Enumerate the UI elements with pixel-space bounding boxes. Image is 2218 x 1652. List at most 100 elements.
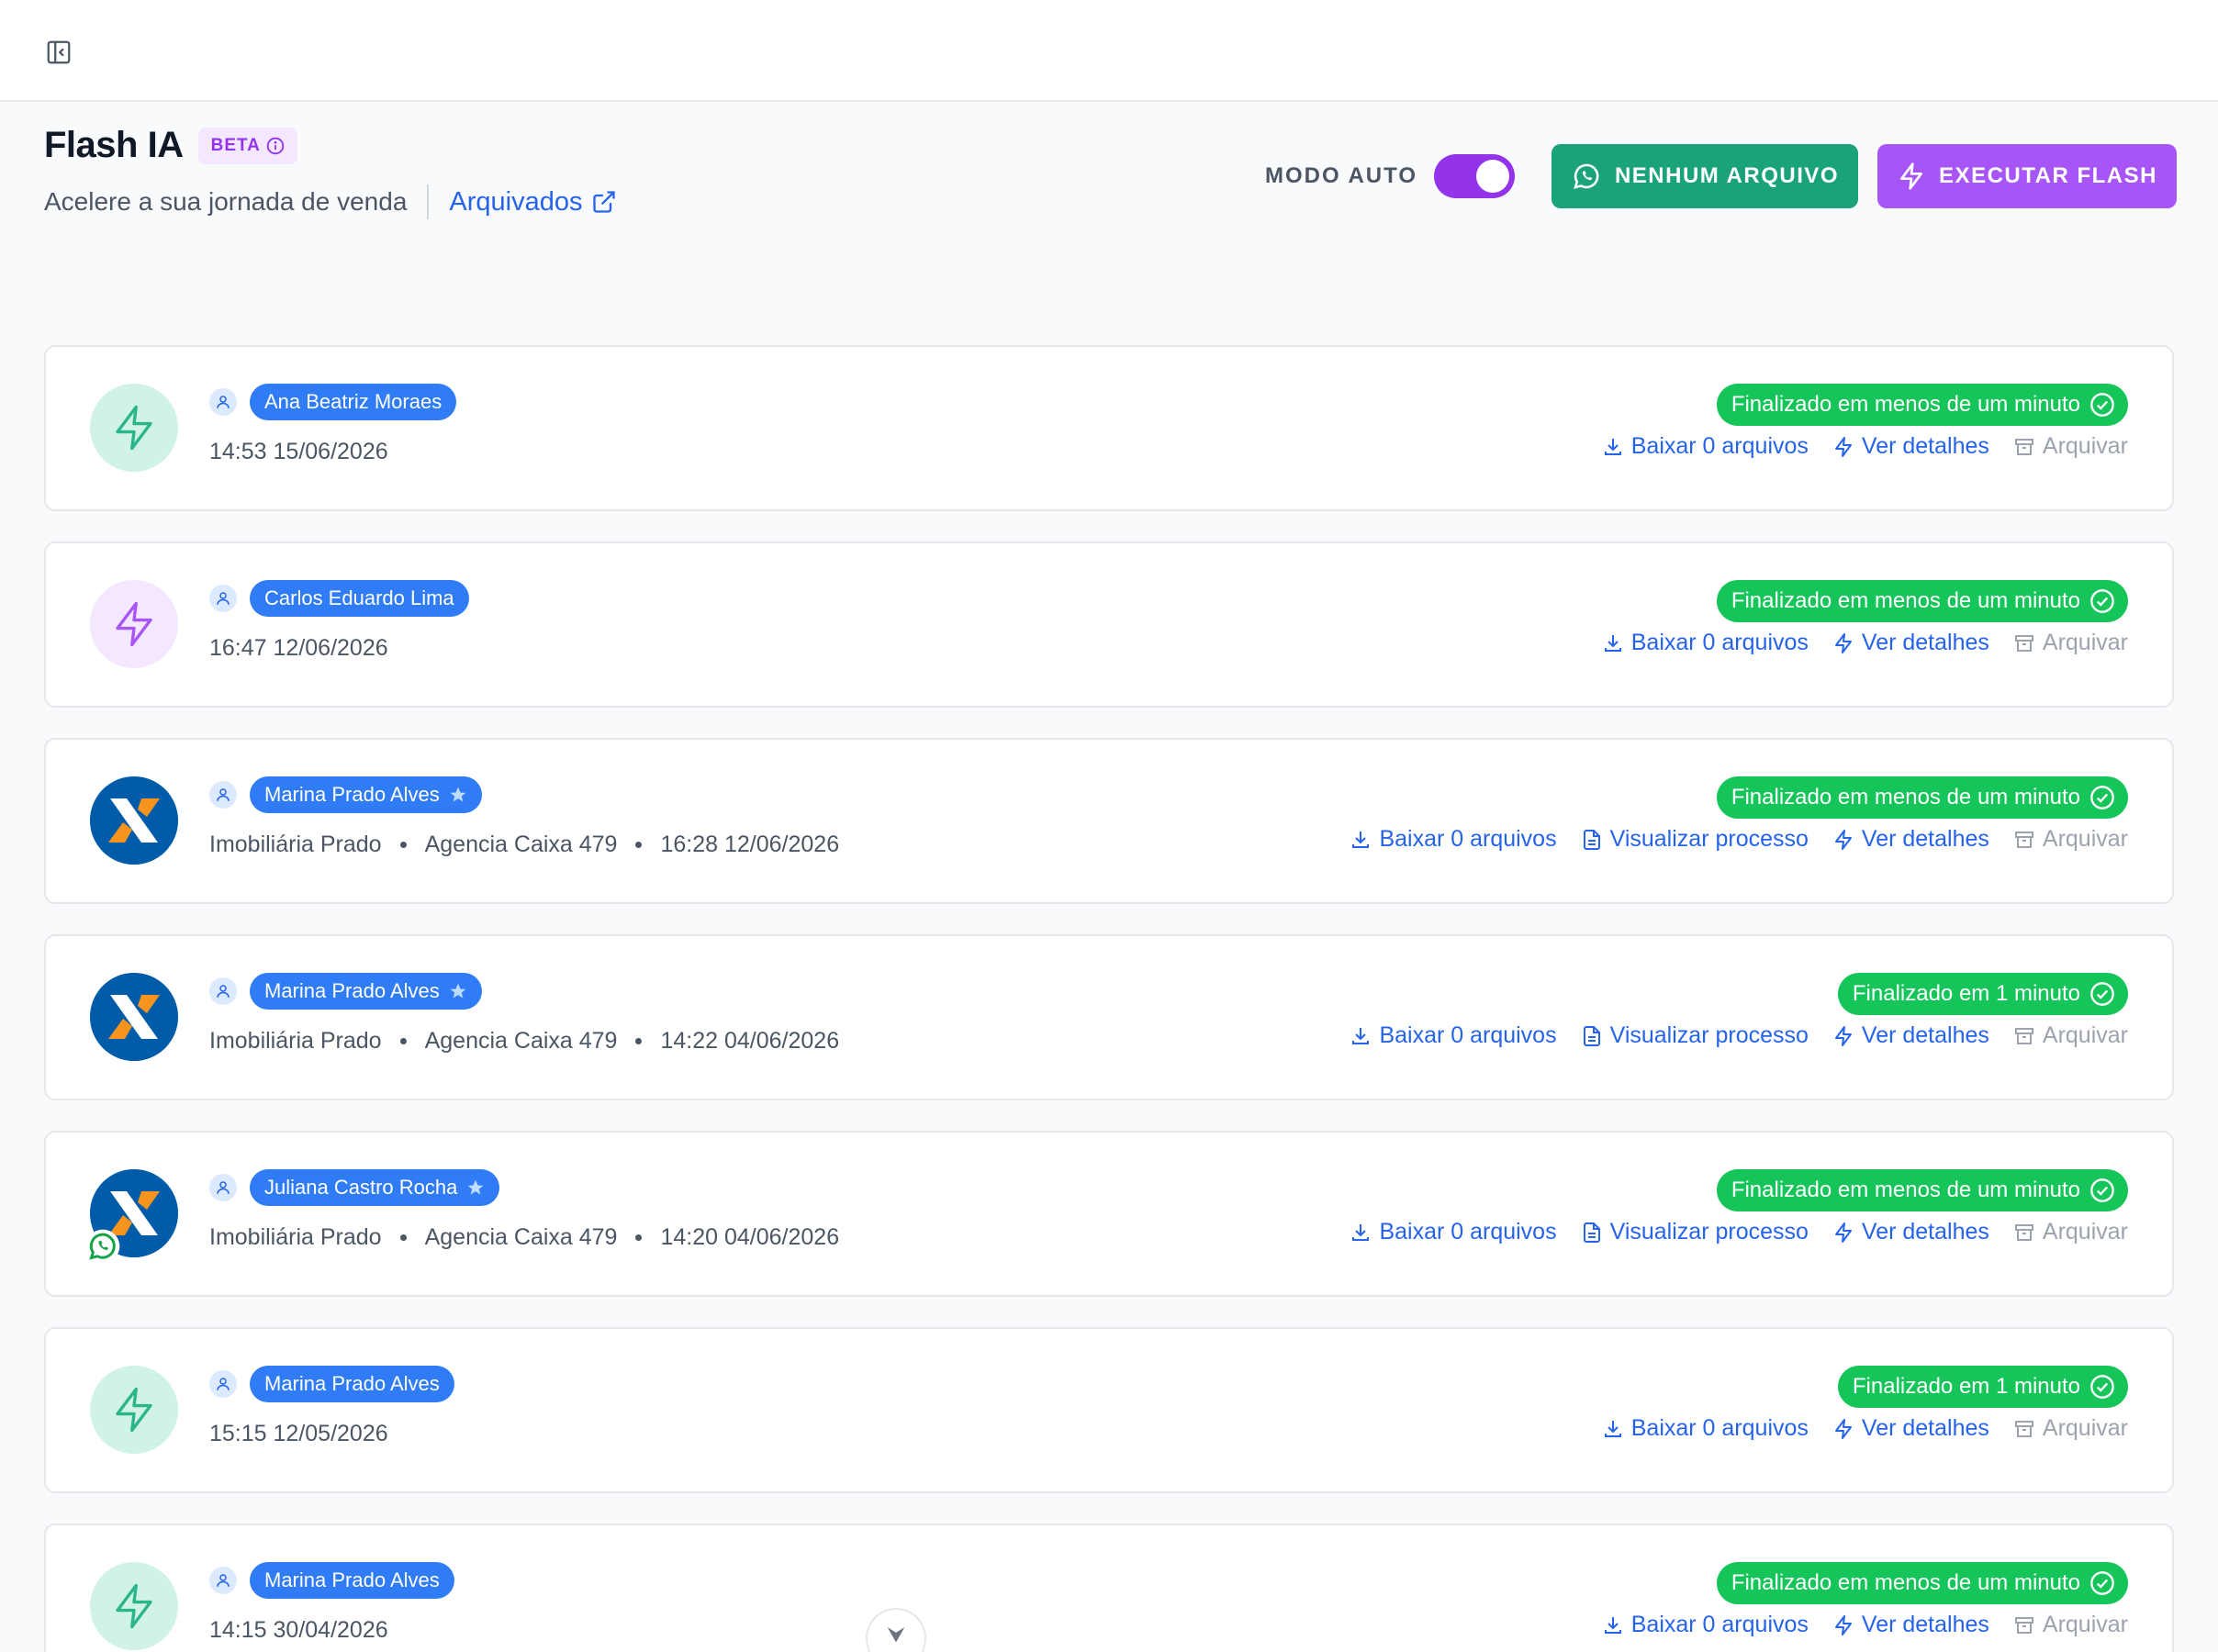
status-text: Finalizado em menos de um minuto bbox=[1731, 392, 2080, 417]
check-circle-icon bbox=[2090, 1178, 2114, 1202]
download-files-link[interactable]: Baixar 0 arquivos bbox=[1602, 630, 1809, 656]
archive-icon bbox=[2014, 1027, 2033, 1044]
card-info: Marina Prado Alves Imobiliária Prado Agen… bbox=[209, 973, 839, 1055]
download-files-link[interactable]: Baixar 0 arquivos bbox=[1350, 1219, 1557, 1245]
flash-icon bbox=[1834, 1614, 1852, 1635]
flash-card: Marina Prado Alves Imobiliária Prado Agen… bbox=[44, 738, 2174, 904]
view-details-link[interactable]: Ver detalhes bbox=[1832, 433, 1989, 460]
separator-dot bbox=[399, 1234, 407, 1241]
download-files-link[interactable]: Baixar 0 arquivos bbox=[1350, 1022, 1557, 1049]
client-name: Juliana Castro Rocha bbox=[264, 1176, 458, 1199]
mode-auto-toggle[interactable] bbox=[1434, 154, 1515, 198]
check-circle-icon bbox=[2090, 982, 2114, 1006]
archive-label: Arquivar bbox=[2042, 1022, 2128, 1048]
archive-link[interactable]: Arquivar bbox=[2013, 1612, 2128, 1638]
flash-avatar-icon bbox=[90, 1562, 178, 1650]
view-details-link[interactable]: Ver detalhes bbox=[1832, 1219, 1989, 1245]
archive-label: Arquivar bbox=[2042, 1612, 2128, 1637]
caixa-logo-icon bbox=[90, 973, 178, 1061]
client-name-pill[interactable]: Marina Prado Alves bbox=[250, 1562, 454, 1599]
details-label: Ver detalhes bbox=[1861, 826, 1989, 852]
card-meta-text: Imobiliária Prado bbox=[209, 1224, 382, 1250]
status-badge: Finalizado em menos de um minuto bbox=[1716, 776, 2128, 819]
user-icon bbox=[209, 1174, 237, 1201]
download-label: Baixar 0 arquivos bbox=[1379, 1219, 1557, 1245]
beta-badge: BETA bbox=[197, 127, 297, 164]
whatsapp-button[interactable]: NENHUM ARQUIVO bbox=[1551, 144, 1858, 208]
archive-link[interactable]: Arquivar bbox=[2013, 1219, 2128, 1245]
archive-link[interactable]: Arquivar bbox=[2013, 433, 2128, 460]
client-name-pill[interactable]: Marina Prado Alves bbox=[250, 776, 482, 813]
archive-link[interactable]: Arquivar bbox=[2013, 826, 2128, 853]
download-icon bbox=[1604, 438, 1621, 455]
view-process-link[interactable]: Visualizar processo bbox=[1581, 1022, 1809, 1049]
info-icon[interactable] bbox=[266, 137, 285, 155]
view-process-link[interactable]: Visualizar processo bbox=[1581, 826, 1809, 853]
client-name-pill[interactable]: Marina Prado Alves bbox=[250, 973, 482, 1010]
flash-avatar-icon bbox=[90, 580, 178, 668]
card-meta-text: 14:53 15/06/2026 bbox=[209, 439, 388, 464]
document-icon bbox=[1583, 1025, 1600, 1046]
user-icon bbox=[209, 1370, 237, 1398]
execute-flash-button[interactable]: EXECUTAR FLASH bbox=[1877, 144, 2177, 208]
user-icon bbox=[209, 585, 237, 612]
card-meta-text: Agencia Caixa 479 bbox=[424, 832, 618, 857]
flash-icon bbox=[1834, 829, 1852, 850]
card-meta-text: 15:15 12/05/2026 bbox=[209, 1421, 388, 1446]
view-details-link[interactable]: Ver detalhes bbox=[1832, 630, 1989, 656]
details-label: Ver detalhes bbox=[1861, 1022, 1989, 1048]
archive-label: Arquivar bbox=[2042, 826, 2128, 852]
separator-dot bbox=[399, 842, 407, 848]
download-icon bbox=[1604, 634, 1621, 652]
status-text: Finalizado em menos de um minuto bbox=[1731, 588, 2080, 613]
client-name-pill[interactable]: Juliana Castro Rocha bbox=[250, 1169, 500, 1206]
flash-card: Marina Prado Alves 14:15 30/04/2026 Fina… bbox=[44, 1524, 2174, 1652]
flash-icon bbox=[1900, 162, 1923, 190]
download-label: Baixar 0 arquivos bbox=[1630, 630, 1809, 655]
separator-dot bbox=[635, 1038, 643, 1044]
status-badge: Finalizado em menos de um minuto bbox=[1716, 384, 2128, 426]
status-text: Finalizado em 1 minuto bbox=[1852, 981, 2080, 1006]
flash-avatar-icon bbox=[90, 1366, 178, 1454]
card-meta: 14:15 30/04/2026 bbox=[209, 1617, 454, 1644]
card-meta-text: Agencia Caixa 479 bbox=[424, 1224, 618, 1250]
view-details-link[interactable]: Ver detalhes bbox=[1832, 1415, 1989, 1442]
download-files-link[interactable]: Baixar 0 arquivos bbox=[1602, 1415, 1809, 1442]
archive-label: Arquivar bbox=[2042, 1219, 2128, 1245]
client-name: Marina Prado Alves bbox=[264, 979, 440, 1002]
toggle-knob bbox=[1476, 160, 1509, 193]
archive-link[interactable]: Arquivar bbox=[2013, 630, 2128, 656]
client-name-pill[interactable]: Carlos Eduardo Lima bbox=[250, 580, 469, 617]
status-text: Finalizado em menos de um minuto bbox=[1731, 1178, 2080, 1202]
view-process-link[interactable]: Visualizar processo bbox=[1581, 1219, 1809, 1245]
card-info: Marina Prado Alves 15:15 12/05/2026 bbox=[209, 1366, 454, 1447]
view-details-link[interactable]: Ver detalhes bbox=[1832, 1022, 1989, 1049]
flash-card: Juliana Castro Rocha Imobiliária Prado Ag… bbox=[44, 1131, 2174, 1297]
download-files-link[interactable]: Baixar 0 arquivos bbox=[1602, 1612, 1809, 1638]
view-details-link[interactable]: Ver detalhes bbox=[1832, 826, 1989, 853]
top-bar bbox=[0, 0, 2218, 102]
client-name-pill[interactable]: Marina Prado Alves bbox=[250, 1366, 454, 1402]
star-icon bbox=[468, 1179, 484, 1195]
flash-card: Marina Prado Alves 15:15 12/05/2026 Fina… bbox=[44, 1327, 2174, 1493]
download-files-link[interactable]: Baixar 0 arquivos bbox=[1350, 826, 1557, 853]
page-title: Flash IA bbox=[44, 125, 184, 165]
card-meta-text: 16:47 12/06/2026 bbox=[209, 635, 388, 661]
archive-link[interactable]: Arquivar bbox=[2013, 1415, 2128, 1442]
download-files-link[interactable]: Baixar 0 arquivos bbox=[1602, 433, 1809, 460]
status-badge: Finalizado em menos de um minuto bbox=[1716, 580, 2128, 622]
flash-icon bbox=[1834, 1222, 1852, 1243]
archived-link[interactable]: Arquivados bbox=[449, 187, 617, 218]
whatsapp-button-label: NENHUM ARQUIVO bbox=[1614, 163, 1840, 188]
client-name-pill[interactable]: Ana Beatriz Moraes bbox=[250, 384, 457, 420]
execute-flash-label: EXECUTAR FLASH bbox=[1939, 163, 2157, 188]
details-label: Ver detalhes bbox=[1861, 630, 1989, 655]
chevron-down-icon bbox=[887, 1627, 905, 1643]
details-label: Ver detalhes bbox=[1861, 1415, 1989, 1441]
card-meta: Imobiliária Prado Agencia Caixa 479 16:28 … bbox=[209, 832, 839, 858]
sidebar-toggle-icon[interactable] bbox=[43, 37, 74, 68]
archive-link[interactable]: Arquivar bbox=[2013, 1022, 2128, 1049]
download-icon bbox=[1352, 1027, 1370, 1044]
view-details-link[interactable]: Ver detalhes bbox=[1832, 1612, 1989, 1638]
status-text: Finalizado em menos de um minuto bbox=[1731, 785, 2080, 809]
